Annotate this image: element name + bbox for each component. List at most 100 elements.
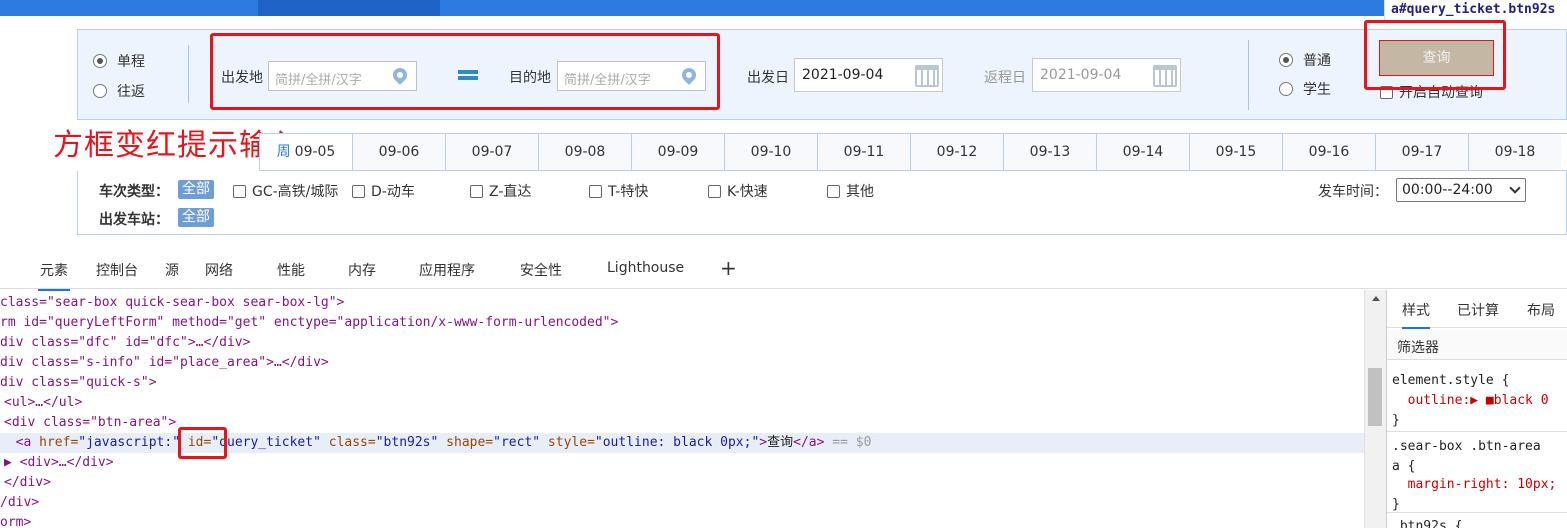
- devtools-tab[interactable]: 内存: [348, 260, 376, 280]
- date-tab[interactable]: 09-16: [1282, 134, 1375, 170]
- scroll-thumb[interactable]: [1368, 368, 1382, 426]
- devtools-tab[interactable]: 源: [165, 260, 179, 280]
- top-bar-active-tab: [258, 0, 440, 16]
- trip-oneway-radio[interactable]: 单程: [93, 51, 145, 71]
- dom-line[interactable]: <div class="btn-area">: [4, 413, 176, 433]
- train-type-all-chip[interactable]: 全部: [178, 180, 214, 199]
- dom-line[interactable]: </div>: [4, 473, 51, 493]
- date-tab[interactable]: 09-09: [631, 134, 724, 170]
- from-label: 出发地: [221, 70, 263, 86]
- dom-token: "btn92s": [375, 435, 439, 450]
- date-tab[interactable]: 09-15: [1189, 134, 1282, 170]
- train-type-label: K-快速: [727, 184, 768, 200]
- dom-tree: class="sear-box quick-sear-box sear-box-…: [0, 290, 1364, 528]
- passenger-student-radio[interactable]: 学生: [1279, 79, 1331, 99]
- dom-line[interactable]: div class="quick-s">: [0, 373, 157, 393]
- date-tab-label: 09-06: [378, 144, 420, 160]
- dom-line[interactable]: ▶ <div>…</div>: [4, 453, 114, 473]
- css-line[interactable]: .btn92s {: [1392, 519, 1462, 528]
- devtools-tab[interactable]: Lighthouse: [607, 260, 684, 276]
- date-tab[interactable]: 09-11: [817, 134, 910, 170]
- dom-line[interactable]: div class="dfc" id="dfc">…</div>: [0, 333, 250, 353]
- date-tab[interactable]: 周 09-05: [259, 134, 352, 170]
- devtools-tab[interactable]: 安全性: [520, 260, 562, 280]
- radio-icon: [1279, 82, 1293, 96]
- styles-tab[interactable]: 样式: [1402, 300, 1430, 329]
- devtools-tab[interactable]: 应用程序: [419, 260, 475, 280]
- calendar-icon[interactable]: [1153, 65, 1177, 87]
- train-type-checkbox[interactable]: T-特快: [589, 181, 648, 201]
- dom-line[interactable]: /div>: [0, 493, 39, 513]
- date-tab[interactable]: 09-08: [538, 134, 631, 170]
- passenger-normal-radio[interactable]: 普通: [1279, 50, 1331, 70]
- checkbox-icon: [827, 184, 840, 198]
- train-type-checkbox[interactable]: Z-直达: [470, 181, 531, 201]
- css-line[interactable]: }: [1392, 413, 1400, 428]
- auto-query-checkbox[interactable]: 开启自动查询: [1380, 82, 1483, 102]
- date-tab-label: 09-12: [936, 144, 978, 160]
- date-tab-label: 09-17: [1401, 144, 1443, 160]
- radio-icon: [1279, 53, 1293, 67]
- css-rule-divider: [1387, 512, 1567, 513]
- dom-token: "rect": [493, 435, 541, 450]
- dom-token: >: [759, 435, 768, 450]
- dom-line[interactable]: rm id="queryLeftForm" method="get" encty…: [0, 313, 618, 333]
- date-tab[interactable]: 09-13: [1003, 134, 1096, 170]
- dom-token: <a: [0, 435, 32, 450]
- date-tab-label: 09-10: [750, 144, 792, 160]
- scroll-up-icon[interactable]: [1372, 296, 1380, 301]
- radio-icon: [93, 54, 107, 68]
- calendar-icon[interactable]: [915, 65, 939, 87]
- dom-token: style=: [540, 435, 595, 450]
- date-tab[interactable]: 09-07: [445, 134, 538, 170]
- date-tab[interactable]: 09-10: [724, 134, 817, 170]
- checkbox-icon: [352, 184, 365, 198]
- date-tab-label: 09-14: [1122, 144, 1164, 160]
- date-tab-label: 09-07: [471, 144, 513, 160]
- separator: [188, 45, 189, 103]
- css-line[interactable]: }: [1392, 497, 1400, 512]
- date-tab[interactable]: 09-18: [1468, 134, 1561, 170]
- devtools-tab[interactable]: 性能: [277, 260, 305, 280]
- devtools-tab[interactable]: 网络: [205, 260, 233, 280]
- dom-line-selected[interactable]: <a href="javascript:" id="query_ticket" …: [0, 433, 1364, 453]
- css-line[interactable]: .sear-box .btn-area: [1392, 439, 1541, 454]
- css-line[interactable]: margin-right: 10px;: [1392, 477, 1557, 492]
- styles-tab[interactable]: 已计算: [1457, 300, 1499, 320]
- train-type-checkbox[interactable]: K-快速: [708, 181, 768, 201]
- swap-icon[interactable]: [456, 66, 482, 84]
- dom-scrollbar[interactable]: [1364, 290, 1386, 528]
- date-tab[interactable]: 09-17: [1375, 134, 1468, 170]
- date-tab[interactable]: 09-14: [1096, 134, 1189, 170]
- date-tab-weekday: 周: [276, 144, 291, 160]
- return-date-label: 返程日: [984, 70, 1026, 86]
- query-button[interactable]: 查询: [1379, 40, 1494, 76]
- css-rule-divider: [1387, 431, 1567, 432]
- add-tab-icon[interactable]: +: [720, 256, 737, 280]
- devtools-tab[interactable]: 元素: [38, 260, 70, 291]
- styles-tab[interactable]: 布局: [1527, 300, 1555, 320]
- date-tab-label: 09-13: [1029, 144, 1071, 160]
- css-line[interactable]: a {: [1392, 459, 1415, 474]
- train-type-checkbox[interactable]: GC-高铁/城际: [233, 181, 338, 201]
- date-tab[interactable]: 09-12: [910, 134, 1003, 170]
- dom-line[interactable]: orm>: [0, 513, 31, 528]
- dom-token: shape=: [438, 435, 494, 450]
- train-type-checkbox[interactable]: D-动车: [352, 181, 415, 201]
- checkbox-icon: [470, 184, 483, 198]
- train-type-label: 车次类型：: [99, 184, 169, 200]
- dom-token: class=: [320, 435, 376, 450]
- station-all-chip[interactable]: 全部: [178, 208, 214, 227]
- depart-time-select[interactable]: 00:00--24:00: [1396, 178, 1526, 202]
- dom-line[interactable]: class="sear-box quick-sear-box sear-box-…: [0, 293, 344, 313]
- dom-line[interactable]: <ul>…</ul>: [4, 393, 82, 413]
- train-type-checkbox[interactable]: 其他: [827, 181, 874, 201]
- css-line[interactable]: outline:▶ ■black 0: [1392, 393, 1549, 408]
- dom-token: == $0: [824, 435, 872, 450]
- date-tab[interactable]: 09-06: [352, 134, 445, 170]
- styles-filter-input[interactable]: 筛选器: [1387, 330, 1567, 360]
- devtools-tab[interactable]: 控制台: [96, 260, 138, 280]
- trip-roundtrip-radio[interactable]: 往返: [93, 81, 145, 101]
- dom-line[interactable]: div class="s-info" id="place_area">…</di…: [0, 353, 329, 373]
- css-line[interactable]: element.style {: [1392, 373, 1509, 388]
